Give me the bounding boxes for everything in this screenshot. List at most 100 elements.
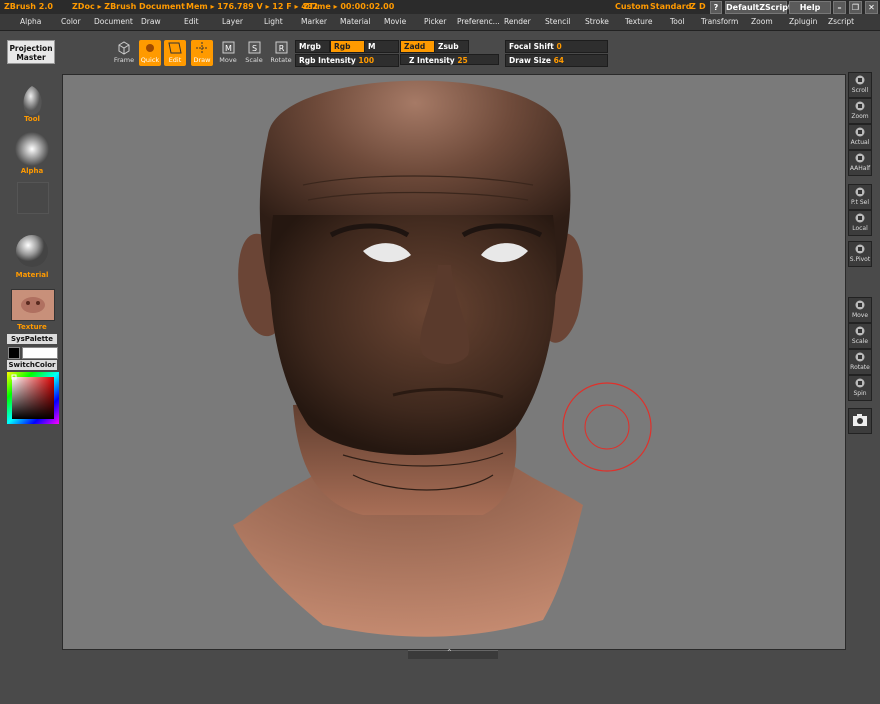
mrgb-button[interactable]: Mrgb — [295, 40, 330, 53]
menu-item-picker[interactable]: Picker — [424, 14, 446, 30]
restore-icon[interactable]: ❐ — [849, 1, 862, 14]
zadd-button[interactable]: Zadd — [400, 40, 435, 53]
camera-icon — [853, 414, 867, 426]
menu-item-marker[interactable]: Marker — [301, 14, 327, 30]
draw-button[interactable]: Draw — [191, 40, 213, 66]
expand-arrow-icon: ⌃ — [446, 648, 453, 657]
menu-item-layer[interactable]: Layer — [222, 14, 243, 30]
master-label: Master — [16, 53, 46, 62]
menu-item-zplugin[interactable]: Zplugin — [789, 14, 817, 30]
menu-item-light[interactable]: Light — [264, 14, 283, 30]
frame-button[interactable]: Frame — [113, 40, 135, 66]
menu-item-render[interactable]: Render — [504, 14, 531, 30]
tool-thumbnail-icon[interactable] — [18, 84, 46, 118]
standard-layout[interactable]: Standard — [650, 0, 691, 14]
texture-menu[interactable]: Texture — [10, 323, 54, 331]
right-spin-button[interactable]: Spin — [848, 375, 872, 401]
z-intensity-slider[interactable]: Z Intensity 25 — [400, 54, 499, 65]
p-t-sel-icon — [855, 187, 865, 197]
menu-item-movie[interactable]: Movie — [384, 14, 406, 30]
menu-item-zscript[interactable]: Zscript — [828, 14, 854, 30]
right-s-pivot-button[interactable]: S.Pivot — [848, 241, 872, 267]
rotate-label: Rotate — [270, 56, 292, 64]
right-rotate-button[interactable]: Rotate — [848, 349, 872, 375]
menu-item-preferenc[interactable]: Preferenc... — [457, 14, 500, 30]
zoom-label: Zoom — [851, 113, 869, 120]
right-scroll-button[interactable]: Scroll — [848, 72, 872, 98]
canvas-viewport[interactable] — [62, 74, 846, 650]
menu-item-document[interactable]: Document — [94, 14, 133, 30]
quick-button[interactable]: Quick — [139, 40, 161, 66]
menu-item-edit[interactable]: Edit — [184, 14, 199, 30]
color-picker[interactable] — [7, 372, 59, 424]
head-sculpt[interactable] — [63, 75, 845, 649]
right-move-button[interactable]: Move — [848, 297, 872, 323]
draw-size-label: Draw Size — [509, 56, 551, 65]
alpha-thumbnail-icon[interactable] — [15, 132, 49, 166]
material-sphere-icon[interactable] — [15, 234, 49, 268]
z-intensity-label: Z Intensity — [409, 56, 455, 65]
help-question-button[interactable]: ? — [710, 1, 722, 14]
right-local-button[interactable]: Local — [848, 210, 872, 236]
brush-inner-ring — [584, 404, 630, 450]
minimize-icon[interactable]: – — [833, 1, 846, 14]
draw-size-slider[interactable]: Draw Size 64 — [505, 54, 608, 67]
m-button[interactable]: M — [364, 40, 399, 53]
rgb-button[interactable]: Rgb — [330, 40, 365, 53]
tool-menu[interactable]: Tool — [10, 115, 54, 123]
move-icon: M — [222, 41, 235, 54]
custom-layout[interactable]: Custom — [615, 0, 649, 14]
zsub-button[interactable]: Zsub — [434, 40, 469, 53]
scale-button[interactable]: S Scale — [243, 40, 265, 66]
frame-label: Frame — [113, 56, 135, 64]
menu-bar: Alpha Color Document Draw Edit Layer Light Mark… — [0, 14, 880, 31]
menu-item-tool[interactable]: Tool — [670, 14, 685, 30]
draw-icon — [196, 42, 208, 54]
scroll-icon — [855, 75, 865, 85]
draw-label: Draw — [193, 56, 211, 64]
switchcolor-button[interactable]: SwitchColor — [7, 360, 57, 370]
rgb-intensity-slider[interactable]: Rgb Intensity 100 — [295, 54, 399, 67]
menu-item-color[interactable]: Color — [61, 14, 81, 30]
projection-master-button[interactable]: Projection Master — [7, 40, 55, 64]
menu-item-zoom[interactable]: Zoom — [751, 14, 773, 30]
alpha-menu[interactable]: Alpha — [10, 167, 54, 175]
svg-text:M: M — [225, 44, 232, 53]
move-icon — [855, 300, 865, 310]
focal-shift-slider[interactable]: Focal Shift 0 — [505, 40, 608, 53]
snapshot-camera-button[interactable] — [848, 408, 872, 434]
projection-label: Projection — [9, 44, 53, 53]
right-aahalf-button[interactable]: AAHalf — [848, 150, 872, 176]
texture-thumbnail[interactable] — [11, 289, 55, 321]
secondary-color-swatch[interactable] — [8, 347, 20, 359]
menu-item-draw[interactable]: Draw — [141, 14, 161, 30]
menu-item-material[interactable]: Material — [340, 14, 370, 30]
brush-outer-ring — [562, 382, 652, 472]
menu-item-alpha[interactable]: Alpha — [20, 14, 41, 30]
default-zscript-button[interactable]: DefaultZScript — [725, 1, 792, 14]
help-button[interactable]: Help — [789, 1, 831, 14]
document-name[interactable]: ZDoc ▸ ZBrush Document — [72, 0, 185, 14]
right-scale-button[interactable]: Scale — [848, 323, 872, 349]
menu-item-transform[interactable]: Transform — [701, 14, 738, 30]
rgb-intensity-label: Rgb Intensity — [299, 56, 356, 65]
d-layout[interactable]: D — [699, 0, 706, 14]
material-menu[interactable]: Material — [10, 271, 54, 279]
rotate-button[interactable]: R Rotate — [270, 40, 292, 66]
focal-shift-label: Focal Shift — [509, 42, 554, 51]
move-button[interactable]: M Move — [217, 40, 239, 66]
menu-item-texture[interactable]: Texture — [625, 14, 652, 30]
right-actual-button[interactable]: Actual — [848, 124, 872, 150]
right-p-t-sel-button[interactable]: P.t Sel — [848, 184, 872, 210]
bottom-tray-handle[interactable]: ⌃ — [408, 648, 498, 659]
z-layout[interactable]: Z — [690, 0, 696, 14]
stencil-slot[interactable] — [17, 182, 49, 214]
edit-button[interactable]: Edit — [164, 40, 186, 66]
right-zoom-button[interactable]: Zoom — [848, 98, 872, 124]
menu-item-stroke[interactable]: Stroke — [585, 14, 609, 30]
primary-color-swatch[interactable] — [22, 347, 58, 359]
draw-size-value: 64 — [553, 56, 565, 65]
close-icon[interactable]: ✕ — [865, 1, 878, 14]
menu-item-stencil[interactable]: Stencil — [545, 14, 570, 30]
syspalette-button[interactable]: SysPalette — [7, 334, 57, 344]
